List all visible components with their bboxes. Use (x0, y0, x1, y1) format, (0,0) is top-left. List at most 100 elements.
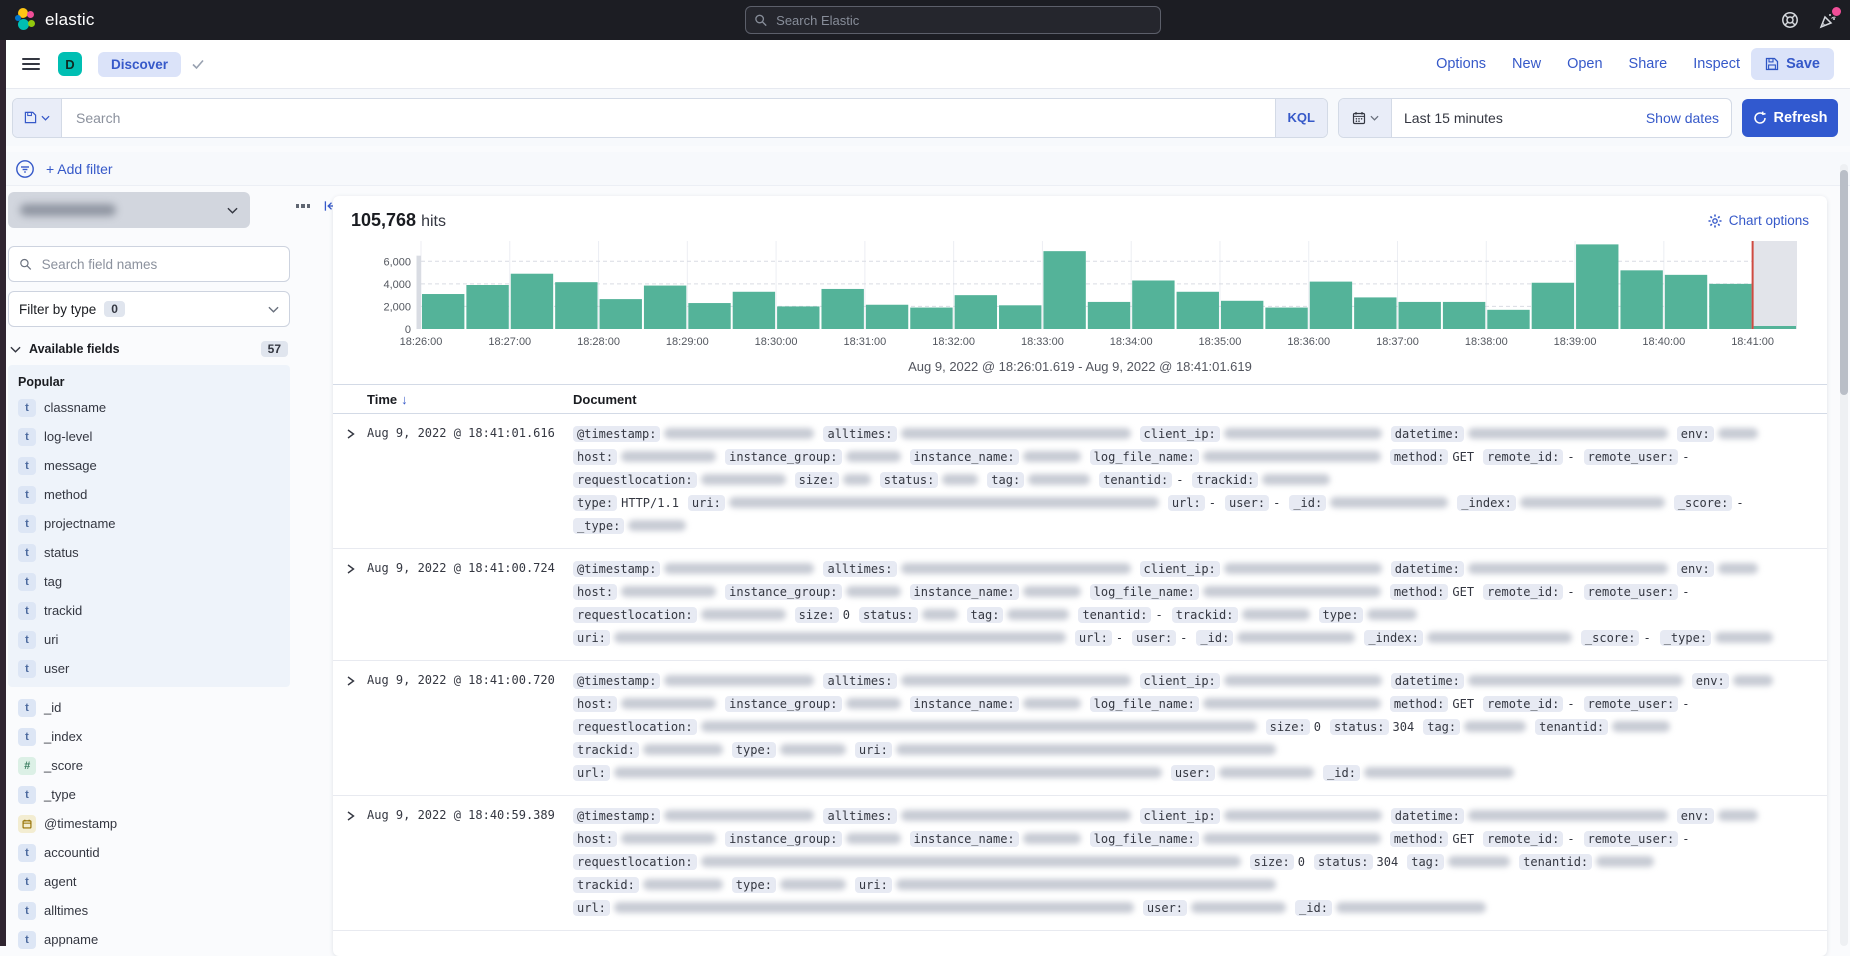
doc-field-label: log_file_name: (1090, 584, 1199, 600)
time-range-value[interactable]: Last 15 minutes (1392, 99, 1634, 137)
field-item-user[interactable]: tuser (16, 654, 290, 683)
date-quick-select-button[interactable] (1339, 99, 1392, 137)
doc-field: _score:- (1674, 496, 1744, 510)
add-filter-button[interactable]: + Add filter (46, 161, 113, 177)
doc-field-value-redacted (1367, 609, 1417, 620)
documents-table: Time ↓ Document Aug 9, 2022 @ 18:41:01.6… (333, 384, 1827, 931)
menu-hamburger-icon[interactable] (22, 58, 40, 70)
space-avatar[interactable]: D (58, 52, 82, 76)
doc-field: host: (573, 832, 716, 846)
expand-row-chevron-icon[interactable] (333, 670, 367, 785)
available-fields-header[interactable]: Available fields 57 (8, 341, 290, 357)
data-view-picker[interactable] (8, 192, 250, 228)
field-item-_type[interactable]: t_type (16, 780, 290, 809)
kql-language-button[interactable]: KQL (1275, 99, 1327, 137)
field-item-uri[interactable]: turi (16, 625, 290, 654)
doc-field-value: - (1682, 585, 1689, 599)
doc-field-label: status: (859, 607, 918, 623)
expand-row-chevron-icon[interactable] (333, 805, 367, 920)
doc-field-value-redacted (1203, 586, 1381, 597)
doc-field-value: 0 (1314, 720, 1321, 734)
doc-field-value: - (1116, 631, 1123, 645)
field-item-_score[interactable]: #_score (16, 751, 290, 780)
field-item-status[interactable]: tstatus (16, 538, 290, 567)
field-item-appname[interactable]: tappname (16, 925, 290, 954)
doc-field-label: remote_id: (1483, 831, 1563, 847)
doc-field-value-redacted (1520, 497, 1665, 508)
show-dates-button[interactable]: Show dates (1634, 99, 1731, 137)
doc-field: trackid: (1172, 608, 1310, 622)
doc-field-label: env: (1677, 808, 1714, 824)
refresh-label: Refresh (1774, 110, 1828, 126)
svg-text:18:33:00: 18:33:00 (1021, 336, 1064, 348)
chart-options-button[interactable]: Chart options (1708, 213, 1809, 228)
query-search-input[interactable] (74, 109, 1263, 127)
filter-by-type-dropdown[interactable]: Filter by type 0 (8, 291, 290, 327)
global-search[interactable] (745, 6, 1161, 34)
field-item-accountid[interactable]: taccountid (16, 838, 290, 867)
field-item-tag[interactable]: ttag (16, 567, 290, 596)
doc-field: tag: (1423, 720, 1526, 734)
elastic-brand[interactable]: elastic (14, 8, 95, 32)
svg-text:6,000: 6,000 (383, 256, 411, 268)
menu-inspect[interactable]: Inspect (1693, 56, 1740, 72)
field-item-@timestamp[interactable]: @timestamp (16, 809, 290, 838)
vertical-scrollbar[interactable] (1840, 164, 1848, 946)
doc-field-value: 304 (1377, 855, 1399, 869)
newsfeed-icon[interactable] (1818, 10, 1838, 30)
doc-field-label: _id: (1323, 765, 1360, 781)
filter-menu-icon[interactable] (14, 158, 36, 180)
menu-open[interactable]: Open (1567, 56, 1602, 72)
row-timestamp: Aug 9, 2022 @ 18:41:01.616 (367, 423, 573, 538)
field-item-classname[interactable]: tclassname (16, 393, 290, 422)
menu-new[interactable]: New (1512, 56, 1541, 72)
string-type-icon: t (18, 457, 36, 475)
scrollbar-thumb[interactable] (1840, 170, 1848, 395)
doc-field-label: log_file_name: (1090, 696, 1199, 712)
field-item-method[interactable]: tmethod (16, 480, 290, 509)
available-fields-count: 57 (261, 341, 288, 357)
doc-field-label: remote_user: (1584, 449, 1679, 465)
breadcrumb-discover[interactable]: Discover (98, 52, 181, 77)
doc-field-value: - (1567, 585, 1574, 599)
field-item-trackid[interactable]: ttrackid (16, 596, 290, 625)
field-item-log-level[interactable]: tlog-level (16, 422, 290, 451)
doc-field-label: client_ip: (1140, 673, 1220, 689)
field-item-projectname[interactable]: tprojectname (16, 509, 290, 538)
doc-field-value: - (1682, 697, 1689, 711)
doc-field-value-redacted (780, 744, 846, 755)
doc-field: alltimes: (823, 562, 1130, 576)
field-item-message[interactable]: tmessage (16, 451, 290, 480)
fields-sidebar: Filter by type 0 Available fields 57 Pop… (8, 192, 290, 954)
help-icon[interactable] (1780, 10, 1800, 30)
doc-field-value: GET (1452, 450, 1474, 464)
save-button[interactable]: Save (1751, 48, 1834, 80)
doc-field-value-redacted (846, 833, 901, 844)
doc-field-value-redacted (664, 675, 814, 686)
row-document-summary: @timestamp:alltimes:client_ip:datetime:e… (573, 423, 1827, 538)
field-item-_index[interactable]: t_index (16, 722, 290, 751)
field-actions-dots-icon[interactable] (296, 204, 310, 208)
doc-field-value-redacted (846, 698, 901, 709)
expand-row-chevron-icon[interactable] (333, 423, 367, 538)
field-item-agent[interactable]: tagent (16, 867, 290, 896)
global-search-input[interactable] (774, 12, 1152, 29)
field-search-input[interactable] (40, 256, 279, 273)
saved-query-menu-button[interactable] (13, 99, 62, 137)
refresh-button[interactable]: Refresh (1742, 99, 1838, 137)
expand-row-chevron-icon[interactable] (333, 558, 367, 650)
field-search[interactable] (8, 246, 290, 282)
doc-field: trackid: (573, 878, 723, 892)
field-item-alltimes[interactable]: talltimes (16, 896, 290, 925)
field-item-_id[interactable]: t_id (16, 693, 290, 722)
menu-share[interactable]: Share (1629, 56, 1668, 72)
string-type-icon: t (18, 786, 36, 804)
doc-field: method:GET (1390, 697, 1474, 711)
menu-options[interactable]: Options (1436, 56, 1486, 72)
time-column-header[interactable]: Time ↓ (367, 392, 573, 407)
histogram-chart[interactable]: 18:26:0018:27:0018:28:0018:29:0018:30:00… (333, 235, 1827, 355)
svg-text:18:28:00: 18:28:00 (577, 336, 620, 348)
doc-field-label: requestlocation: (573, 719, 697, 735)
doc-field-label: tag: (1423, 719, 1460, 735)
doc-field: datetime: (1391, 427, 1668, 441)
